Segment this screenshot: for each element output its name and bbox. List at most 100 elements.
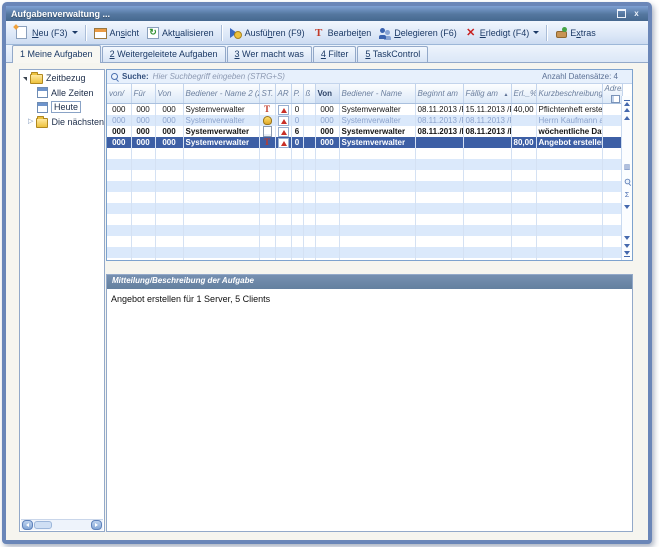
main-panel: Suche: Anzahl Datensätze: 4 von/FürVonBe… (106, 69, 633, 532)
neu-f3-label: Neu (F3) (32, 28, 68, 38)
column-header-st[interactable]: ST. (259, 84, 275, 104)
edit-icon (263, 105, 271, 114)
column-header-beginnt-am[interactable]: Beginnt am (415, 84, 463, 104)
run-icon (230, 27, 242, 39)
tree-item-label: Zeitbezug (46, 73, 86, 83)
scrollbar-thumb[interactable] (34, 521, 52, 529)
summary-icon[interactable]: Σ (625, 192, 629, 199)
delegieren-f6-label: Delegieren (F6) (394, 28, 457, 38)
grid-header-row: von/FürVonBediener - Name 2 (z.b.ST.ARP.… (107, 84, 622, 104)
filter-icon[interactable] (624, 205, 630, 209)
chart-icon (278, 127, 289, 137)
extras-label: Extras (570, 28, 596, 38)
delegate-icon (379, 27, 391, 39)
scroll-left-button[interactable] (22, 520, 33, 530)
dropdown-arrow-icon[interactable] (533, 31, 539, 34)
tab-5-taskcontrol[interactable]: 5 TaskControl (357, 46, 428, 62)
column-header-von[interactable]: Von (155, 84, 183, 104)
ausf-hren-f9-label: Ausführen (F9) (245, 28, 305, 38)
toolbar-separator (85, 25, 87, 41)
tree-item-label: Die nächsten (51, 117, 104, 127)
message-panel: Mitteilung/Beschreibung der Aufgabe Ange… (106, 274, 633, 532)
window-title: Aufgabenverwaltung ... (11, 9, 613, 19)
column-header-f-r[interactable]: Für (131, 84, 155, 104)
search-label: Suche: (122, 72, 149, 81)
toolbar: Neu (F3) Ansicht Aktualisieren Ausführen (F… (6, 21, 648, 45)
tree-horizontal-scrollbar[interactable] (21, 519, 103, 530)
next-page-button[interactable] (624, 242, 630, 250)
column-header-von[interactable]: von/ (107, 84, 131, 104)
first-row-button[interactable] (624, 98, 630, 106)
aktualisieren-button[interactable]: Aktualisieren (143, 25, 218, 41)
expand-arrow-icon[interactable]: ▷ (28, 118, 33, 126)
search-panel-icon[interactable] (623, 178, 630, 185)
neu-f3-button[interactable]: Neu (F3) (10, 24, 82, 41)
edit-icon (263, 138, 271, 147)
tabstrip: 1 Meine Aufgaben2 Weitergeleitete Aufgab… (6, 45, 648, 63)
task-row[interactable]: 000000000Systemverwalter0000Systemverwal… (107, 137, 622, 148)
calendar-icon (37, 102, 48, 113)
record-count: Anzahl Datensätze: 4 (542, 72, 618, 81)
next-row-button[interactable] (624, 234, 630, 242)
tree-item-alle-zeiten[interactable]: Alle Zeiten (20, 85, 104, 99)
calendar-icon (37, 87, 48, 98)
column-header-p[interactable]: P. (291, 84, 303, 104)
column-header-f-llig-am[interactable]: Fällig am▲ (463, 84, 511, 104)
titlebar: Aufgabenverwaltung ... x (6, 6, 648, 21)
column-header-von[interactable]: Von (315, 84, 339, 104)
empty-row (107, 159, 622, 170)
close-icon: x (634, 9, 638, 18)
arrow-right-icon (95, 523, 98, 527)
last-row-button[interactable] (624, 250, 630, 258)
empty-row (107, 192, 622, 203)
scroll-right-button[interactable] (91, 520, 102, 530)
dropdown-arrow-icon[interactable] (72, 31, 78, 34)
column-header-bediener-name[interactable]: Bediener - Name (339, 84, 415, 104)
extras-button[interactable]: Extras (551, 25, 600, 41)
column-header-erl[interactable]: Erl._% (511, 84, 536, 104)
column-header-[interactable]: ß (303, 84, 315, 104)
tree-item-zeitbezug[interactable]: Zeitbezug (20, 70, 104, 85)
empty-row (107, 170, 622, 181)
tab-2-weitergeleitete-aufgaben[interactable]: 2 Weitergeleitete Aufgaben (102, 46, 226, 62)
ansicht-label: Ansicht (110, 28, 140, 38)
tab-3-wer-macht-was[interactable]: 3 Wer macht was (227, 46, 312, 62)
delegieren-f6-button[interactable]: Delegieren (F6) (375, 25, 461, 41)
close-button[interactable]: x (630, 8, 643, 19)
toolbar-separator (546, 25, 548, 41)
page-icon (263, 126, 272, 137)
empty-row (107, 236, 622, 247)
bearbeiten-label: Bearbeiten (328, 28, 372, 38)
tree-item-die-naechsten[interactable]: ▷ Die nächsten (20, 114, 104, 129)
ansicht-button[interactable]: Ansicht (90, 25, 144, 41)
task-row[interactable]: 000000000Systemverwalter6000Systemverwal… (107, 126, 622, 137)
prev-page-button[interactable] (624, 106, 630, 114)
prev-row-button[interactable] (624, 114, 630, 122)
view-icon (94, 28, 107, 39)
empty-row (107, 247, 622, 258)
aktualisieren-label: Aktualisieren (162, 28, 214, 38)
tab-1-meine-aufgaben[interactable]: 1 Meine Aufgaben (12, 45, 101, 63)
ausf-hren-f9-button[interactable]: Ausführen (F9) (226, 25, 309, 41)
message-body[interactable]: Angebot erstellen für 1 Server, 5 Client… (107, 289, 632, 531)
column-header-adres[interactable]: Adres (602, 84, 622, 104)
tree-item-heute[interactable]: Heute (20, 99, 104, 114)
empty-row (107, 203, 622, 214)
bearbeiten-button[interactable]: Bearbeiten (309, 25, 376, 41)
task-row[interactable]: 000000000Systemverwalter0000Systemverwal… (107, 104, 622, 116)
tree-item-label: Alle Zeiten (51, 88, 94, 98)
grid-body: 000000000Systemverwalter0000Systemverwal… (107, 104, 622, 262)
collapse-arrow-icon[interactable] (23, 77, 27, 81)
column-header-ar[interactable]: AR (275, 84, 291, 104)
column-chooser-icon[interactable] (611, 95, 620, 103)
erledigt-f4-button[interactable]: Erledigt (F4) (461, 25, 544, 41)
erledigt-f4-label: Erledigt (F4) (480, 28, 530, 38)
restore-button[interactable] (615, 8, 628, 19)
tab-4-filter[interactable]: 4 Filter (313, 46, 357, 62)
task-row[interactable]: 000000000Systemverwalter0000Systemverwal… (107, 115, 622, 126)
search-input[interactable] (153, 72, 363, 81)
column-header-kurzbeschreibung[interactable]: Kurzbeschreibung (536, 84, 602, 104)
card-view-icon[interactable]: ▥ (624, 164, 631, 171)
sort-ascending-icon: ▲ (504, 92, 509, 98)
column-header-bediener-name-2-z-b[interactable]: Bediener - Name 2 (z.b. (183, 84, 259, 104)
